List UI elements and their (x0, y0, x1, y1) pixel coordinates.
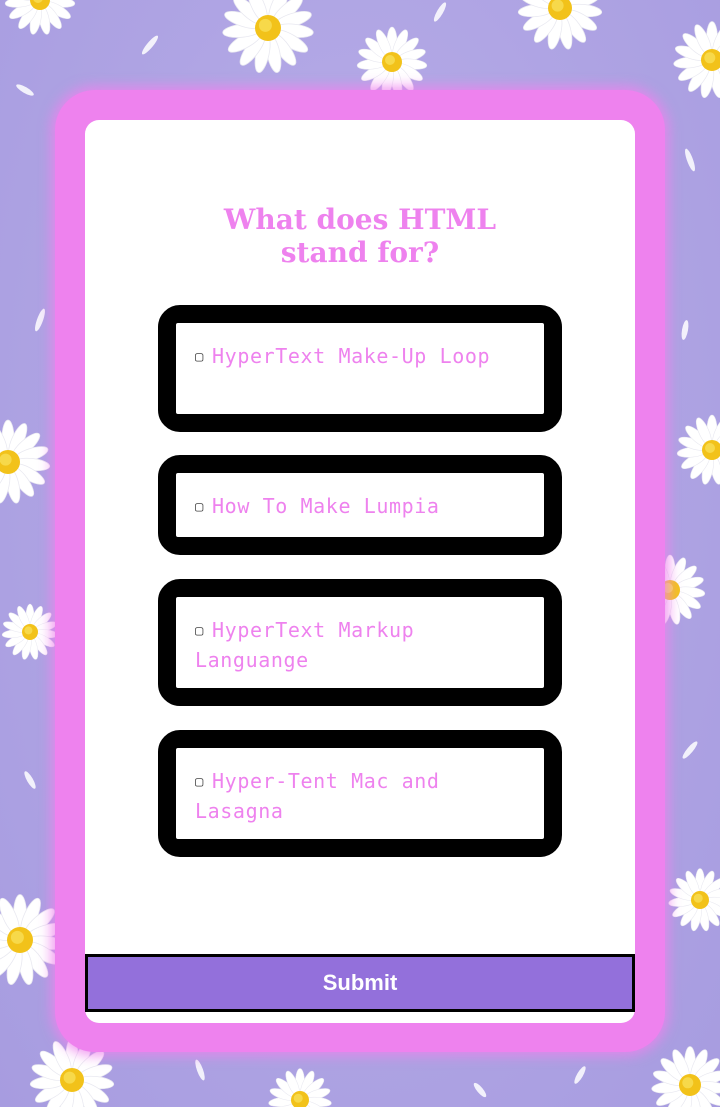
answer-label: HyperText Markup Languange (195, 618, 415, 672)
checkbox-icon[interactable]: ▢ (195, 349, 204, 365)
answer-option-content: ▢ HyperText Markup Languange (176, 597, 544, 688)
answer-option-4[interactable]: ▢ Hyper-Tent Mac and Lasagna (158, 730, 562, 857)
checkbox-icon[interactable]: ▢ (195, 499, 204, 515)
answer-option-content: ▢ Hyper-Tent Mac and Lasagna (176, 748, 544, 839)
checkbox-icon[interactable]: ▢ (195, 774, 204, 790)
answer-option-content: ▢ HyperText Make-Up Loop (176, 323, 544, 414)
answer-option-1[interactable]: ▢ HyperText Make-Up Loop (158, 305, 562, 432)
checkbox-icon[interactable]: ▢ (195, 623, 204, 639)
answer-label: How To Make Lumpia (212, 494, 440, 518)
submit-button[interactable]: Submit (85, 954, 635, 1012)
answer-option-3[interactable]: ▢ HyperText Markup Languange (158, 579, 562, 706)
answer-label: HyperText Make-Up Loop (212, 344, 491, 368)
answer-label: Hyper-Tent Mac and Lasagna (195, 769, 440, 823)
answer-option-content: ▢ How To Make Lumpia (176, 473, 544, 537)
question-title: What does HTML stand for? (223, 203, 497, 269)
answer-option-2[interactable]: ▢ How To Make Lumpia (158, 455, 562, 555)
